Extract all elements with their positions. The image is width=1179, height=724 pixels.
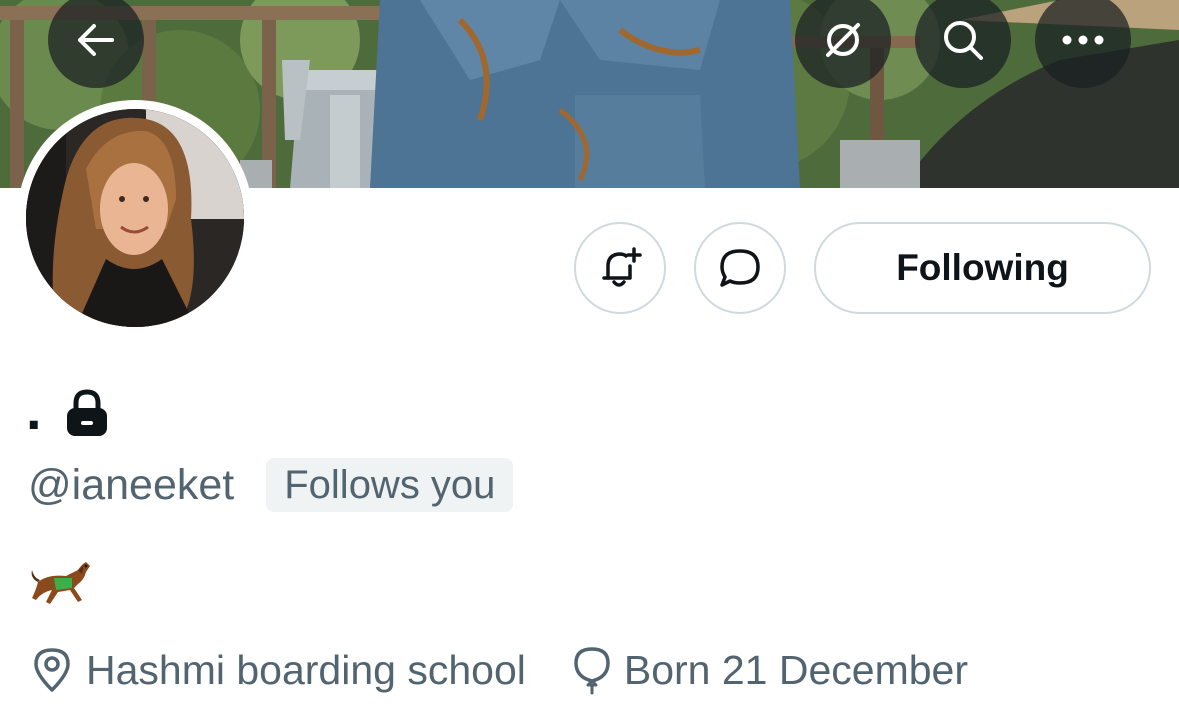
avatar-image [26, 109, 244, 327]
birthday-item: Born 21 December [572, 645, 968, 695]
location-text: Hashmi boarding school [86, 646, 526, 693]
chat-bubble-icon [720, 249, 760, 287]
bio [28, 556, 98, 618]
no-sync-icon [826, 23, 860, 57]
more-horizontal-icon [1062, 35, 1104, 45]
profile-page: Following . @ianeeket Follows you Hashmi… [0, 0, 1179, 724]
bell-plus-icon [602, 247, 642, 287]
display-name-row: . [26, 368, 110, 438]
location-pin-icon [34, 648, 70, 692]
profile-meta: Hashmi boarding school Born 21 December [30, 640, 968, 700]
location-item: Hashmi boarding school [30, 646, 526, 694]
display-name: . [26, 378, 42, 441]
lock-icon [66, 389, 107, 436]
horse-racing-icon [31, 562, 90, 604]
message-button[interactable] [694, 222, 786, 314]
arrow-left-icon [78, 24, 114, 56]
handle-row: @ianeeket Follows you [28, 455, 514, 515]
birthday-text: Born 21 December [623, 646, 968, 693]
following-label: Following [896, 247, 1069, 288]
notify-button[interactable] [574, 222, 666, 314]
following-button[interactable]: Following [814, 222, 1151, 314]
user-handle: @ianeeket [28, 460, 235, 509]
balloon-icon [574, 647, 610, 695]
search-icon [944, 21, 983, 60]
follows-you-badge: Follows you [266, 458, 514, 512]
avatar[interactable] [17, 100, 253, 336]
